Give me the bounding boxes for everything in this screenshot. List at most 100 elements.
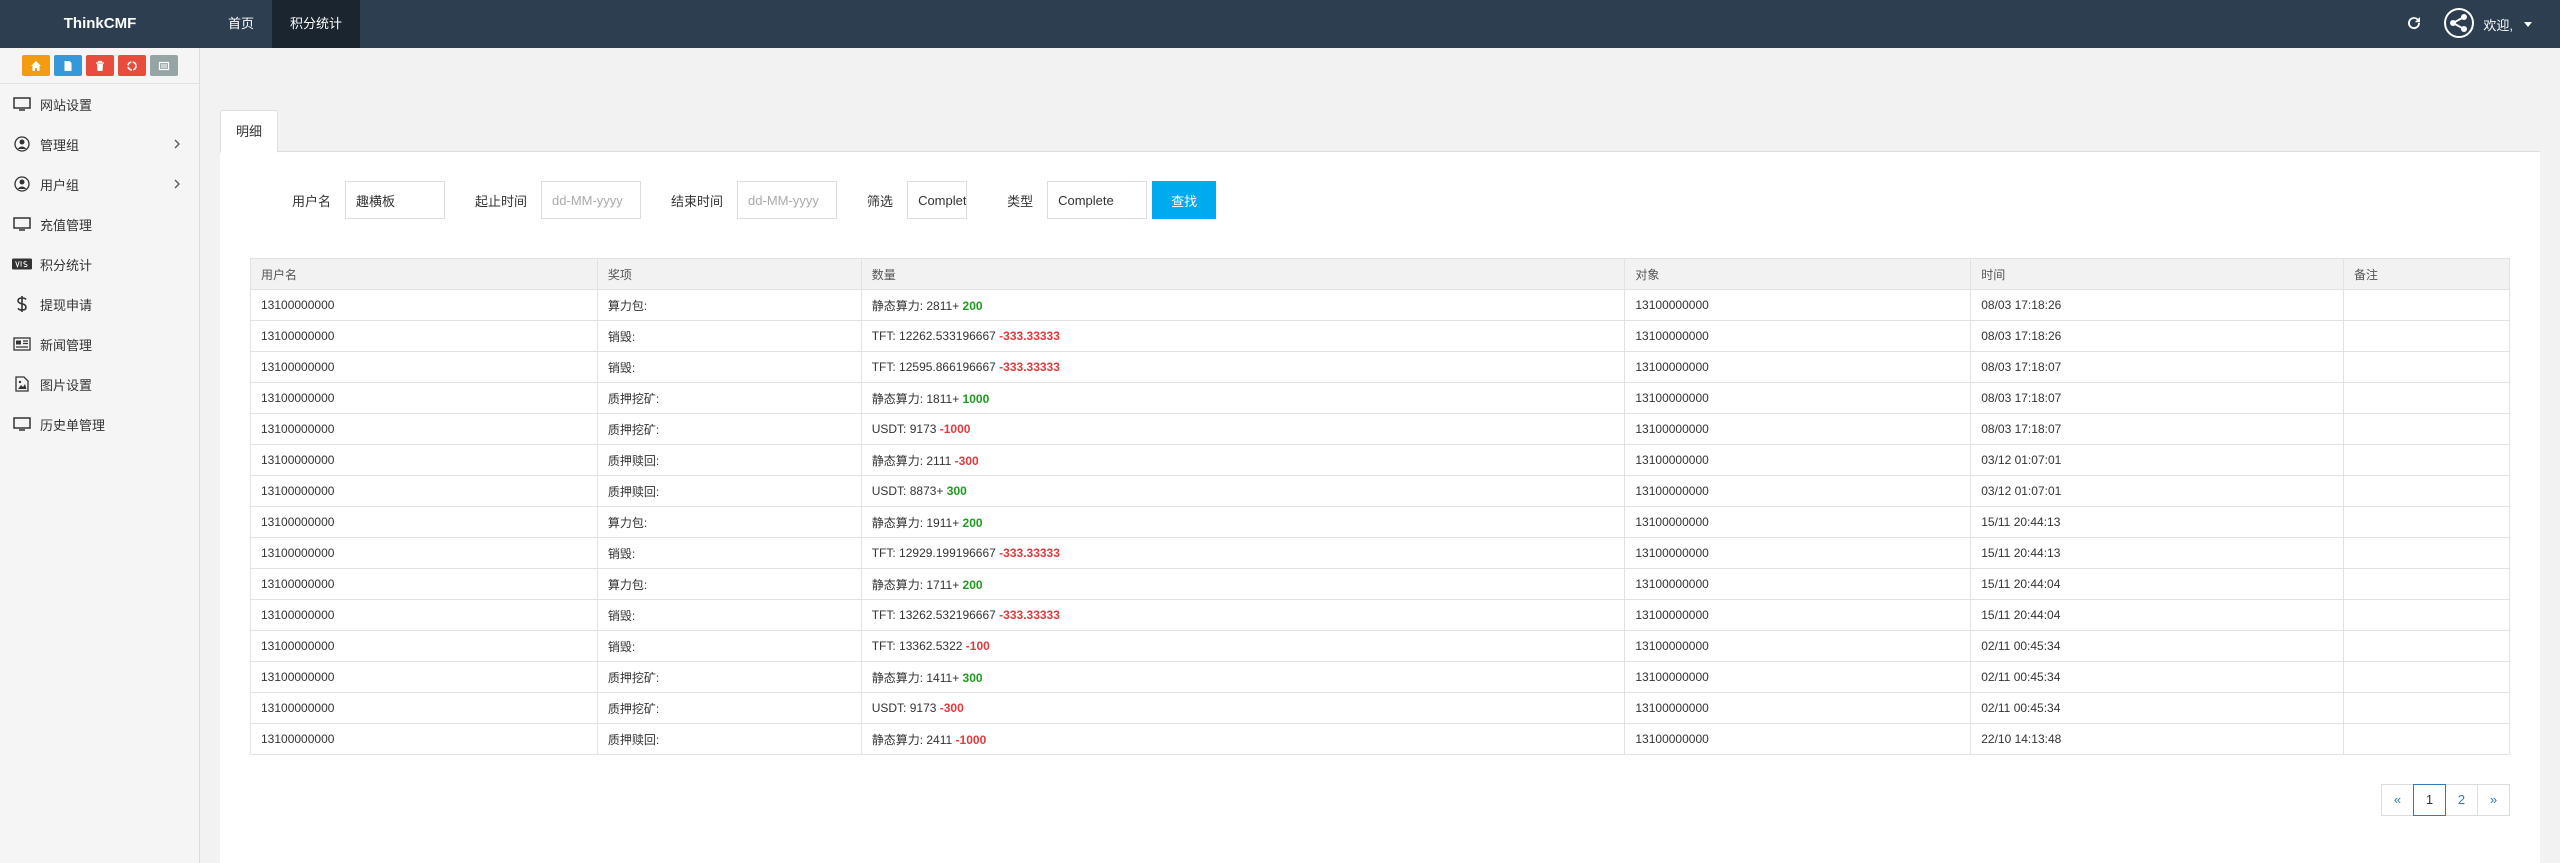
newspaper-icon	[12, 336, 32, 352]
page-2[interactable]: 2	[2445, 784, 2478, 816]
cell-target: 13100000000	[1624, 413, 1972, 445]
page-1[interactable]: 1	[2413, 784, 2446, 816]
sidebar-item-label: 图片设置	[40, 377, 93, 393]
sidebar-item-label: 历史单管理	[40, 417, 106, 433]
cell-quantity: USDT: 9173 -300	[860, 692, 1626, 724]
cell-item: 质押赎回:	[596, 444, 862, 476]
sidebar-item-image-settings[interactable]: 图片设置	[0, 364, 199, 404]
type-select[interactable]: Complete	[1047, 181, 1148, 219]
main-content: 明细 用户名 起止时间 结束时间 筛选 Complete 类型 Complete…	[200, 48, 2560, 863]
top-nav-points-stats[interactable]: 积分统计	[272, 0, 361, 48]
table-body: 13100000000 算力包: 静态算力: 2811+ 200 1310000000…	[250, 289, 2510, 755]
user-menu[interactable]: 欢迎,	[2443, 7, 2532, 42]
cell-note	[2343, 599, 2510, 631]
quantity-base: 静态算力: 1711+	[871, 577, 960, 592]
cell-note	[2343, 320, 2510, 352]
cell-quantity: TFT: 12595.866196667 -333.33333	[860, 351, 1626, 383]
cell-target: 13100000000	[1624, 599, 1972, 631]
tab-detail[interactable]: 明细	[220, 110, 279, 153]
filter-form: 用户名 起止时间 结束时间 筛选 Complete 类型 Complete 查找	[292, 180, 1217, 220]
cell-username: 13100000000	[250, 444, 598, 476]
quantity-base: 静态算力: 1911+	[871, 515, 960, 530]
home-icon[interactable]	[21, 55, 50, 76]
cell-target: 13100000000	[1624, 475, 1972, 507]
shortcut-bar	[0, 48, 199, 84]
cell-username: 13100000000	[250, 382, 598, 414]
quantity-base: 静态算力: 1411+	[871, 670, 960, 685]
table-row: 13100000000 销毁: TFT: 12595.866196667 -333.…	[250, 351, 2510, 383]
table-row: 13100000000 质押赎回: 静态算力: 2111 -300 131000000…	[250, 444, 2510, 476]
cell-item: 销毁:	[596, 351, 862, 383]
sidebar-item-label: 积分统计	[40, 257, 93, 273]
quantity-delta: -300	[939, 701, 964, 715]
file-icon[interactable]	[53, 55, 82, 76]
brand-logo[interactable]: ThinkCMF	[0, 0, 200, 48]
sidebar-item-site-settings[interactable]: 网站设置	[0, 84, 199, 124]
list-icon[interactable]	[149, 55, 178, 76]
sidebar-item-label: 充值管理	[40, 217, 93, 233]
sidebar-item-news[interactable]: 新闻管理	[0, 324, 199, 364]
quantity-delta: -333.33333	[999, 608, 1060, 622]
user-circle-icon	[12, 136, 32, 152]
username-input[interactable]	[345, 181, 446, 219]
sidebar-item-points-stats[interactable]: 积分统计	[0, 244, 199, 284]
cell-note	[2343, 444, 2510, 476]
monitor-icon	[12, 96, 32, 112]
cell-note	[2343, 382, 2510, 414]
quantity-delta: -100	[965, 639, 990, 653]
sidebar-item-user-group[interactable]: 用户组	[0, 164, 199, 204]
cell-note	[2343, 661, 2510, 693]
filter-label: 筛选	[867, 193, 894, 209]
table-row: 13100000000 销毁: TFT: 13362.5322 -100 131000…	[250, 630, 2510, 662]
cell-quantity: USDT: 8873+ 300	[860, 475, 1626, 507]
table-row: 13100000000 质押挖矿: USDT: 9173 -1000 13100000…	[250, 413, 2510, 445]
table-row: 13100000000 质押挖矿: 静态算力: 1411+ 300 131000000…	[250, 661, 2510, 693]
sidebar-item-withdrawal[interactable]: 提现申请	[0, 284, 199, 324]
quantity-delta: 300	[946, 484, 967, 498]
cell-time: 02/11 00:45:34	[1970, 661, 2345, 693]
cell-item: 销毁:	[596, 320, 862, 352]
cell-username: 13100000000	[250, 692, 598, 724]
sidebar-item-history-orders[interactable]: 历史单管理	[0, 404, 199, 444]
filter-select[interactable]: Complete	[907, 181, 968, 219]
dollar-icon	[12, 296, 32, 312]
refresh-icon[interactable]	[2405, 14, 2423, 35]
quantity-base: USDT: 8873+	[871, 484, 944, 498]
sidebar: 网站设置 管理组 用户组 充值管理 积分统计 提现申请 新闻管理 图片设置 历史…	[0, 48, 200, 863]
table-row: 13100000000 销毁: TFT: 12929.199196667 -333.…	[250, 537, 2510, 569]
cell-item: 销毁:	[596, 537, 862, 569]
trash-icon[interactable]	[85, 55, 114, 76]
cell-target: 13100000000	[1624, 444, 1972, 476]
visa-card-icon	[12, 256, 32, 272]
cell-note	[2343, 351, 2510, 383]
top-right-tools: 欢迎,	[2405, 0, 2532, 48]
cell-note	[2343, 537, 2510, 569]
cell-target: 13100000000	[1624, 692, 1972, 724]
cell-item: 质押赎回:	[596, 723, 862, 755]
page-prev[interactable]: «	[2381, 784, 2414, 816]
quantity-delta: -1000	[939, 422, 971, 436]
cell-item: 算力包:	[596, 289, 862, 321]
column-header-item: 奖项	[596, 258, 862, 290]
end-date-input[interactable]	[737, 181, 838, 219]
sidebar-item-label: 新闻管理	[40, 337, 93, 353]
top-nav-home[interactable]: 首页	[210, 0, 272, 48]
recycle-icon[interactable]	[117, 55, 146, 76]
quantity-delta: -1000	[955, 732, 987, 747]
page-next[interactable]: »	[2477, 784, 2510, 816]
sidebar-item-recharge[interactable]: 充值管理	[0, 204, 199, 244]
chevron-right-icon	[174, 139, 180, 149]
cell-item: 质押挖矿:	[596, 413, 862, 445]
cell-quantity: 静态算力: 2411 -1000	[860, 723, 1626, 755]
start-date-input[interactable]	[541, 181, 642, 219]
cell-note	[2343, 475, 2510, 507]
cell-time: 15/11 20:44:13	[1970, 537, 2345, 569]
cell-time: 08/03 17:18:07	[1970, 413, 2345, 445]
quantity-delta: -333.33333	[999, 546, 1060, 560]
cell-note	[2343, 630, 2510, 662]
sidebar-item-label: 网站设置	[40, 97, 93, 113]
cell-note	[2343, 413, 2510, 445]
sidebar-item-admin-group[interactable]: 管理组	[0, 124, 199, 164]
search-button[interactable]: 查找	[1152, 181, 1217, 219]
sidebar-item-label: 提现申请	[40, 297, 93, 313]
